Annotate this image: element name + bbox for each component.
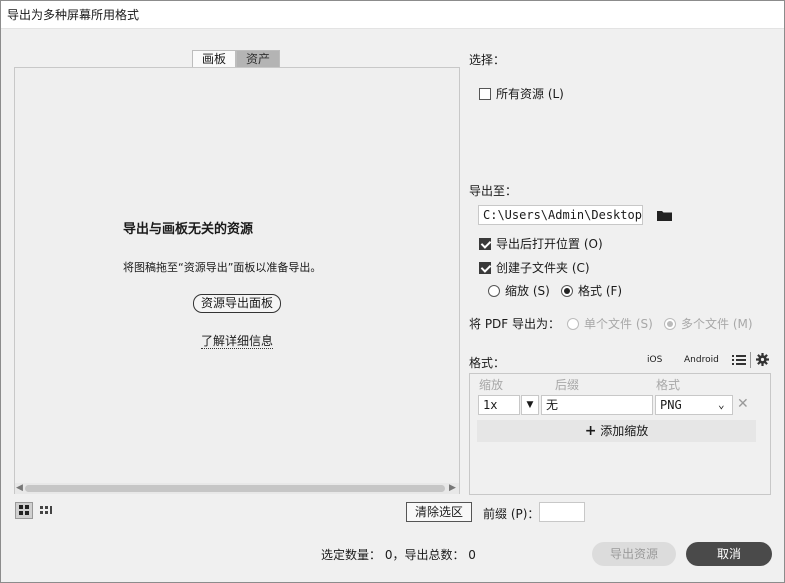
folder-icon[interactable]	[656, 209, 673, 222]
cancel-button[interactable]: 取消	[686, 542, 772, 566]
pdf-export-label: 将 PDF 导出为：	[469, 317, 561, 331]
chevron-down-icon: ⌄	[718, 398, 725, 411]
pdf-single-option[interactable]: 单个文件 (S)	[567, 315, 653, 332]
scale-radio-option[interactable]: 缩放 (S)	[488, 282, 550, 299]
pdf-multiple-option[interactable]: 多个文件 (M)	[664, 315, 753, 332]
gear-icon[interactable]	[756, 353, 769, 366]
ios-preset-button[interactable]: iOS	[647, 355, 662, 365]
open-after-export-label: 导出后打开位置 (O)	[496, 237, 603, 251]
select-label: 选择：	[469, 53, 506, 67]
column-format-header: 格式	[656, 378, 681, 392]
remove-scale-icon[interactable]: ✕	[737, 396, 749, 412]
scale-radio[interactable]	[488, 285, 500, 297]
empty-heading: 导出与画板无关的资源	[123, 222, 254, 237]
open-after-export-checkbox[interactable]	[479, 238, 491, 250]
tab-assets[interactable]: 资产	[236, 50, 280, 68]
pdf-multiple-radio[interactable]	[664, 318, 676, 330]
all-assets-label: 所有资源 (L)	[496, 87, 564, 101]
all-assets-checkbox[interactable]	[479, 88, 491, 100]
pdf-single-label: 单个文件 (S)	[584, 317, 653, 331]
tab-artboards[interactable]: 画板	[192, 50, 236, 68]
export-dialog: 导出为多种屏幕所用格式 画板 资产 导出与画板无关的资源 将图稿拖至“资源导出”…	[0, 0, 785, 583]
empty-hint: 将图稿拖至“资源导出”面板以准备导出。	[123, 261, 322, 274]
list-menu-icon[interactable]	[732, 353, 746, 367]
scrollbar-thumb[interactable]	[25, 485, 445, 492]
format-radio[interactable]	[561, 285, 573, 297]
scale-field[interactable]: 1x	[478, 395, 520, 415]
dialog-title: 导出为多种屏幕所用格式	[1, 1, 784, 29]
android-preset-button[interactable]: Android	[684, 355, 719, 365]
format-radio-label: 格式 (F)	[578, 284, 623, 298]
open-after-export-option[interactable]: 导出后打开位置 (O)	[479, 235, 603, 252]
format-select-value: PNG	[660, 398, 682, 412]
column-scale-header: 缩放	[479, 378, 504, 392]
suffix-field[interactable]: 无	[541, 395, 653, 415]
format-select[interactable]: PNG ⌄	[655, 395, 733, 415]
clear-selection-button[interactable]: 清除选区	[406, 502, 472, 522]
asset-export-panel-button[interactable]: 资源导出面板	[193, 294, 281, 313]
horizontal-scrollbar[interactable]: ◀ ▶	[15, 483, 459, 494]
export-assets-button[interactable]: 导出资源	[592, 542, 676, 566]
add-scale-button[interactable]: + 添加缩放	[477, 420, 756, 442]
divider	[750, 352, 751, 368]
scale-dropdown-icon[interactable]: ▼	[521, 395, 539, 415]
add-scale-label: 添加缩放	[600, 424, 649, 438]
asset-preview-area: 导出与画板无关的资源 将图稿拖至“资源导出”面板以准备导出。 资源导出面板 了解…	[14, 67, 460, 494]
learn-more-link[interactable]: 了解详细信息	[201, 334, 274, 349]
prefix-field[interactable]	[539, 502, 585, 522]
formats-label: 格式：	[469, 356, 506, 370]
list-view-icon[interactable]	[37, 502, 55, 519]
grid-view-icon[interactable]	[15, 502, 33, 519]
pdf-multiple-label: 多个文件 (M)	[681, 317, 753, 331]
create-subfolder-option[interactable]: 创建子文件夹 (C)	[479, 259, 590, 276]
format-radio-option[interactable]: 格式 (F)	[561, 282, 622, 299]
selection-status: 选定数量： 0，导出总数： 0	[321, 548, 476, 562]
export-to-label: 导出至：	[469, 184, 518, 198]
plus-icon: +	[584, 423, 597, 439]
create-subfolder-label: 创建子文件夹 (C)	[496, 261, 590, 275]
create-subfolder-checkbox[interactable]	[479, 262, 491, 274]
column-suffix-header: 后缀	[555, 378, 580, 392]
scale-radio-label: 缩放 (S)	[505, 284, 550, 298]
prefix-label: 前缀 (P)：	[483, 507, 540, 521]
scroll-right-icon[interactable]: ▶	[449, 483, 456, 494]
all-assets-option[interactable]: 所有资源 (L)	[479, 85, 564, 102]
pdf-single-radio[interactable]	[567, 318, 579, 330]
export-path-field[interactable]: C:\Users\Admin\Desktop\	[478, 205, 643, 225]
scroll-left-icon[interactable]: ◀	[16, 483, 23, 494]
